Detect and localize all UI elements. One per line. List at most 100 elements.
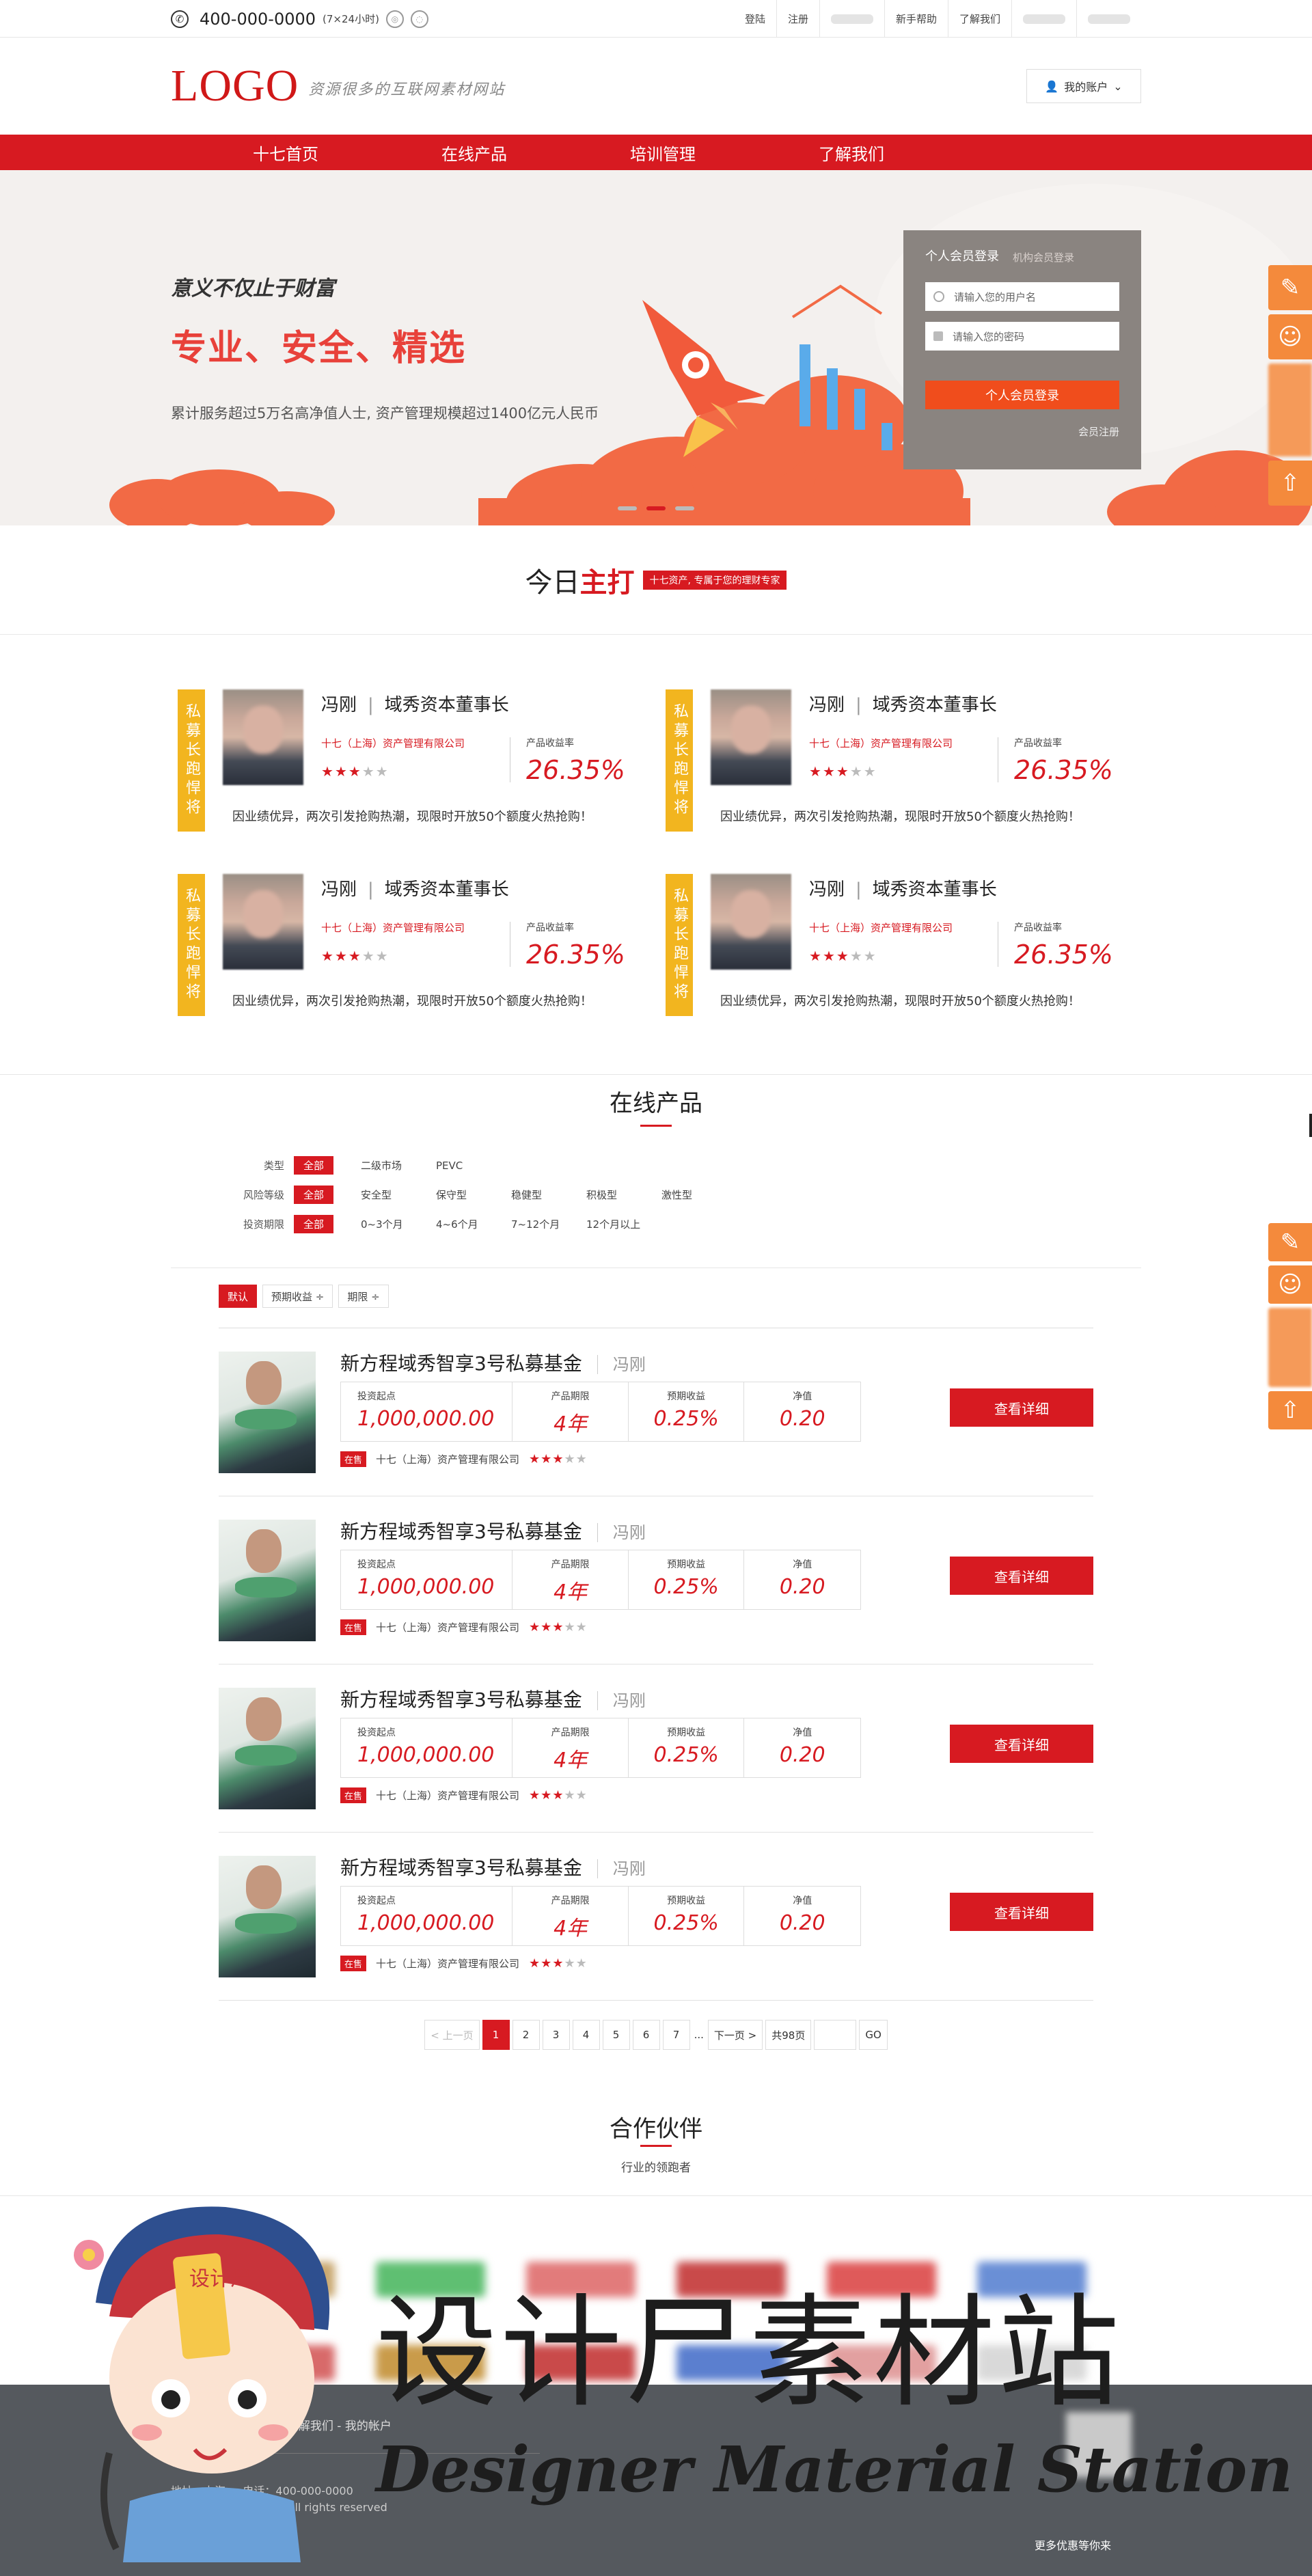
view-details-button[interactable]: 查看详细 <box>950 1725 1093 1763</box>
username-field[interactable]: 请输入您的用户名 <box>925 282 1119 311</box>
site-logo[interactable]: LOGO <box>171 60 299 112</box>
partner-logo[interactable] <box>226 2262 335 2297</box>
manager-card[interactable]: 私募长跑悍将 冯刚 | 域秀资本董事长 十七（上海）资产管理有限公司 ★★★★★ 产品收益率… <box>666 689 1134 832</box>
product-stats: 投资起点 1,000,000.00 产品期限 4年 预期收益 0.25% 净值 0.20 <box>340 1382 861 1442</box>
sort-expected-return[interactable]: 预期收益 ÷ <box>262 1285 333 1308</box>
filter-option[interactable]: 安全型 <box>361 1188 436 1202</box>
tab-personal-login[interactable]: 个人会员登录 <box>925 247 999 264</box>
help-link[interactable]: 新手帮助 <box>884 0 948 38</box>
product-title[interactable]: 新方程域秀智享3号私募基金 冯刚 <box>340 1349 646 1376</box>
register-link[interactable]: 注册 <box>776 0 819 38</box>
my-account-button[interactable]: 👤 我的账户 ⌄ <box>1026 69 1141 103</box>
filter-option[interactable]: 保守型 <box>436 1188 511 1202</box>
page-number[interactable]: 7 <box>662 2020 690 2050</box>
view-details-button[interactable]: 查看详细 <box>950 1893 1093 1931</box>
top-link-blurred[interactable] <box>1076 0 1141 38</box>
partner-logo[interactable] <box>526 2345 636 2381</box>
sort-default[interactable]: 默认 <box>219 1285 258 1308</box>
sort-term[interactable]: 期限 ÷ <box>338 1285 389 1308</box>
product-title[interactable]: 新方程域秀智享3号私募基金 冯刚 <box>340 1517 646 1544</box>
top-link-blurred[interactable] <box>819 0 884 38</box>
view-details-button[interactable]: 查看详细 <box>950 1388 1093 1427</box>
filter-option[interactable]: 0~3个月 <box>361 1217 436 1231</box>
manager-title: 域秀资本董事长 <box>384 695 509 715</box>
filter-option[interactable]: 稳健型 <box>511 1188 586 1202</box>
partner-logo[interactable] <box>977 2345 1086 2381</box>
star-empty-icon: ★ <box>863 948 877 964</box>
stat-label: 产品期限 <box>551 1391 590 1402</box>
partner-logo[interactable] <box>526 2262 636 2297</box>
customer-service-icon[interactable]: ☺ <box>1268 1265 1312 1304</box>
nav-item-products[interactable]: 在线产品 <box>380 141 569 165</box>
manager-description: 因业绩优异，两次引发抢购热潮，现限时开放50个额度火热抢购！ <box>232 810 592 824</box>
side-tool-blurred[interactable] <box>1268 1308 1312 1387</box>
footer-links[interactable]: 在线产品 - 培训管理 - 了解我们 - 我的帐户 <box>171 2416 392 2433</box>
star-empty-icon: ★ <box>575 1788 588 1803</box>
wechat-icon[interactable]: ◌ <box>410 10 428 28</box>
filter-option[interactable]: PEVC <box>436 1160 511 1172</box>
nav-item-home[interactable]: 十七首页 <box>191 141 380 165</box>
partner-logo[interactable] <box>376 2345 485 2381</box>
partner-logo[interactable] <box>977 2262 1086 2297</box>
filter-option[interactable]: 全部 <box>294 1215 334 1233</box>
carousel-dot[interactable] <box>618 506 637 510</box>
pencil-icon[interactable]: ✎ <box>1268 265 1312 310</box>
go-button[interactable]: GO <box>859 2020 888 2050</box>
product-image[interactable] <box>219 1352 316 1473</box>
partner-logo[interactable] <box>827 2345 936 2381</box>
filter-option[interactable]: 全部 <box>294 1156 334 1175</box>
side-tool-blurred[interactable] <box>1268 364 1312 456</box>
weibo-icon[interactable]: ◎ <box>385 10 404 28</box>
partner-logo[interactable] <box>676 2345 786 2381</box>
filter-option[interactable]: 4~6个月 <box>436 1217 511 1231</box>
login-submit-button[interactable]: 个人会员登录 <box>925 381 1119 409</box>
top-link-blurred[interactable] <box>1011 0 1076 38</box>
partner-logo[interactable] <box>226 2345 335 2381</box>
page-number[interactable]: 1 <box>482 2020 510 2050</box>
product-image[interactable] <box>219 1688 316 1809</box>
password-field[interactable]: 请输入您的密码 <box>925 322 1119 351</box>
page-number[interactable]: 4 <box>572 2020 600 2050</box>
pencil-icon[interactable]: ✎ <box>1268 1223 1312 1261</box>
login-link[interactable]: 登陆 <box>734 0 776 38</box>
back-to-top-icon[interactable]: ⇧ <box>1268 461 1312 506</box>
carousel-dot-active[interactable] <box>646 506 666 510</box>
filter-option[interactable]: 二级市场 <box>361 1158 436 1173</box>
about-link[interactable]: 了解我们 <box>947 0 1011 38</box>
nav-item-about[interactable]: 了解我们 <box>757 141 946 165</box>
carousel-dot[interactable] <box>675 506 694 510</box>
page-number[interactable]: 5 <box>602 2020 630 2050</box>
filter-option[interactable]: 激性型 <box>661 1188 737 1202</box>
back-to-top-icon[interactable]: ⇧ <box>1268 1391 1312 1429</box>
partner-logos <box>205 2196 1107 2381</box>
partner-logo[interactable] <box>376 2262 485 2297</box>
page-number[interactable]: 3 <box>542 2020 570 2050</box>
manager-description: 因业绩优异，两次引发抢购热潮，现限时开放50个额度火热抢购！ <box>720 994 1080 1009</box>
manager-card[interactable]: 私募长跑悍将 冯刚 | 域秀资本董事长 十七（上海）资产管理有限公司 ★★★★★ 产品收益率… <box>178 874 666 1016</box>
prev-page-button[interactable]: < 上一页 <box>424 2020 480 2050</box>
manager-grid: 私募长跑悍将 冯刚 | 域秀资本董事长 十七（上海）资产管理有限公司 ★★★★★ 产品收益率… <box>178 635 1134 1074</box>
customer-service-icon[interactable]: ☺ <box>1268 314 1312 359</box>
filter-option[interactable]: 全部 <box>294 1186 334 1204</box>
tab-institution-login[interactable]: 机构会员登录 <box>1013 250 1074 264</box>
filter-option[interactable]: 积极型 <box>586 1188 661 1202</box>
filter-option[interactable]: 7~12个月 <box>511 1217 586 1231</box>
page-number[interactable]: 6 <box>632 2020 660 2050</box>
product-image[interactable] <box>219 1856 316 1977</box>
partner-logo[interactable] <box>827 2262 936 2297</box>
page-jump-input[interactable] <box>814 2020 857 2050</box>
product-title[interactable]: 新方程域秀智享3号私募基金 冯刚 <box>340 1853 646 1880</box>
page-number[interactable]: 2 <box>512 2020 540 2050</box>
manager-card[interactable]: 私募长跑悍将 冯刚 | 域秀资本董事长 十七（上海）资产管理有限公司 ★★★★★ 产品收益率… <box>178 689 666 832</box>
product-image[interactable] <box>219 1520 316 1641</box>
partner-logo[interactable] <box>676 2262 786 2297</box>
product-title[interactable]: 新方程域秀智享3号私募基金 冯刚 <box>340 1685 646 1712</box>
nav-item-training[interactable]: 培训管理 <box>569 141 757 165</box>
view-details-button[interactable]: 查看详细 <box>950 1557 1093 1595</box>
manager-card[interactable]: 私募长跑悍将 冯刚 | 域秀资本董事长 十七（上海）资产管理有限公司 ★★★★★ 产品收益率… <box>666 874 1134 1016</box>
rate-value: 26.35% <box>526 755 625 785</box>
filter-option[interactable]: 12个月以上 <box>586 1217 661 1231</box>
next-page-button[interactable]: 下一页 > <box>707 2020 763 2050</box>
register-link[interactable]: 会员注册 <box>925 424 1119 439</box>
stat-value: 0.25% <box>653 1911 719 1935</box>
